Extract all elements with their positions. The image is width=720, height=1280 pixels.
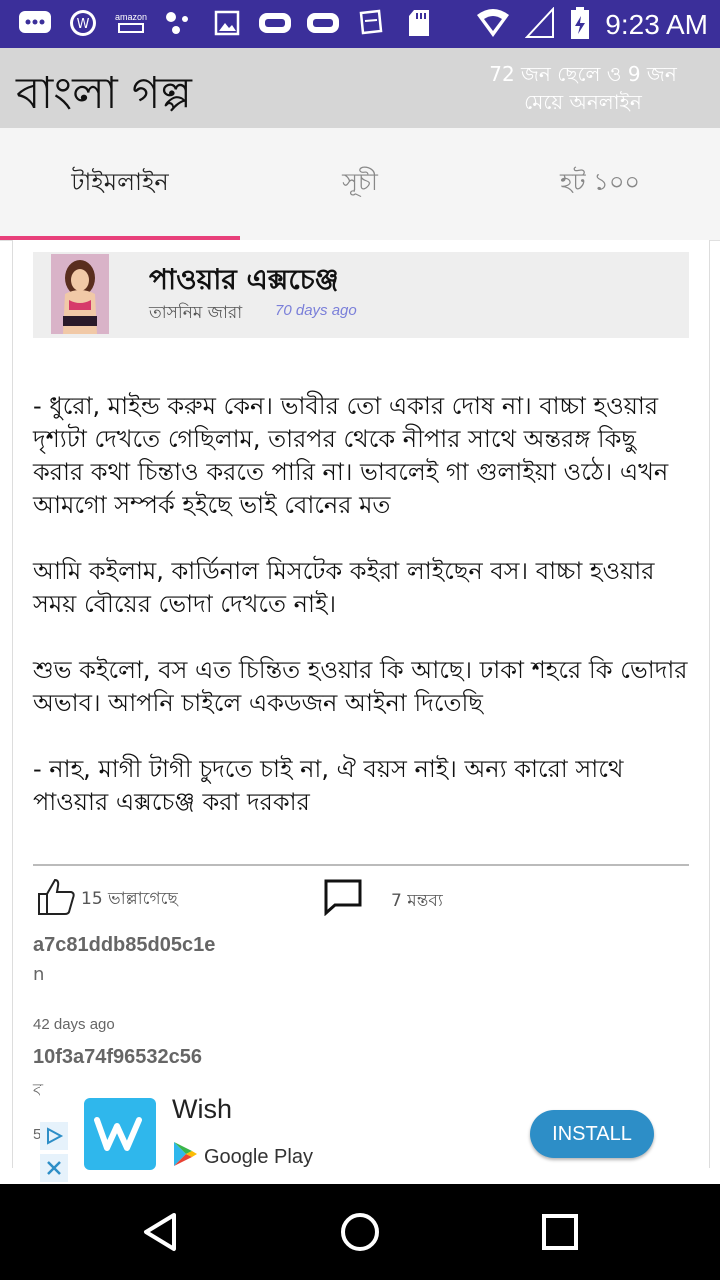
image-icon (210, 8, 244, 38)
online-line-1: 72 জন ছেলে ও 9 জন (489, 62, 677, 86)
signal-icon (524, 6, 555, 43)
comment-text: n (33, 964, 45, 985)
status-bar: W amazon 9:23 AM (0, 0, 720, 48)
battery-icon (569, 6, 591, 44)
recents-icon[interactable] (530, 1206, 590, 1258)
comment-icon[interactable] (323, 878, 363, 920)
paragraph: আমি কইলাম, কার্ডিনাল মিসটেক কইরা লাইছেন … (33, 557, 655, 618)
online-line-2: মেয়ে অনলাইন (524, 90, 642, 114)
tab-timeline[interactable]: টাইমলাইন (0, 128, 240, 240)
ad-store: Google Play (172, 1140, 313, 1174)
wordpress-icon: W (66, 8, 100, 38)
like-button[interactable]: 15 ভাল্লাগেছে (37, 878, 178, 921)
sd-card-icon (402, 8, 436, 38)
ad-app-name[interactable]: Wish (172, 1094, 232, 1125)
ad-close-icon[interactable] (40, 1154, 68, 1182)
paragraph: শুভ কইলো, বস এত চিন্তিত হওয়ার কি আছে। ঢ… (33, 656, 688, 717)
navigation-bar (0, 1184, 720, 1280)
gamepad-icon-2 (306, 8, 340, 38)
notification-icons: W amazon (18, 8, 436, 38)
comment-count[interactable]: 7 মন্তব্য (391, 888, 443, 916)
post-card: পাওয়ার এক্সচেঞ্জ তাসনিম জারা 70 days ag… (12, 240, 710, 1168)
tab-bar: টাইমলাইন সূচী হট ১০০ (0, 128, 720, 241)
like-count: 15 ভাল্লাগেছে (81, 888, 178, 909)
gamepad-icon (258, 8, 292, 38)
app-title: বাংলা গল্প (16, 68, 192, 119)
thumbs-up-icon (37, 878, 77, 921)
comment-user[interactable]: a7c81ddb85d05c1e (33, 934, 215, 957)
post-author[interactable]: তাসনিম জারা (149, 300, 242, 328)
divider (33, 864, 689, 866)
comment-user[interactable]: 10f3a74f96532c56 (33, 1046, 202, 1069)
back-icon[interactable] (130, 1206, 190, 1258)
home-icon[interactable] (330, 1206, 390, 1258)
amazon-icon: amazon (114, 8, 148, 38)
tab-list[interactable]: সূচী (240, 128, 480, 240)
edit-document-icon (354, 8, 388, 38)
wish-logo-icon[interactable] (84, 1098, 156, 1170)
amazon-label: amazon (114, 12, 148, 22)
dots-icon (162, 8, 196, 38)
ad-banner[interactable]: Wish Google Play INSTALL (40, 1086, 680, 1184)
ad-choices-icon[interactable] (40, 1122, 68, 1150)
paragraph: - ধুরো, মাইন্ড করুম কেন। ভাবীর তো একার দ… (33, 392, 669, 519)
post-header[interactable]: পাওয়ার এক্সচেঞ্জ তাসনিম জারা 70 days ag… (33, 252, 689, 338)
store-name: Google Play (204, 1145, 313, 1168)
tab-hot-100[interactable]: হট ১০০ (480, 128, 720, 240)
comment-date: 42 days ago (33, 1016, 115, 1033)
clock: 9:23 AM (605, 9, 708, 40)
svg-text:W: W (77, 17, 90, 32)
online-count: 72 জন ছেলে ও 9 জন মেয়ে অনলাইন (468, 60, 698, 116)
post-title[interactable]: পাওয়ার এক্সচেঞ্জ (149, 258, 339, 305)
chat-bubble-icon (18, 8, 52, 38)
paragraph: - নাহ, মাগী টাগী চুদতে চাই না, ঐ বয়স না… (33, 755, 624, 816)
google-play-icon (172, 1140, 198, 1174)
app-bar: বাংলা গল্প 72 জন ছেলে ও 9 জন মেয়ে অনলাই… (0, 48, 720, 128)
install-button[interactable]: INSTALL (530, 1110, 654, 1158)
post-time: 70 days ago (275, 302, 357, 319)
system-icons: 9:23 AM (475, 6, 708, 44)
author-avatar[interactable] (51, 254, 109, 334)
wifi-icon (475, 7, 511, 43)
post-body: - ধুরো, মাইন্ড করুম কেন। ভাবীর তো একার দ… (33, 390, 693, 852)
